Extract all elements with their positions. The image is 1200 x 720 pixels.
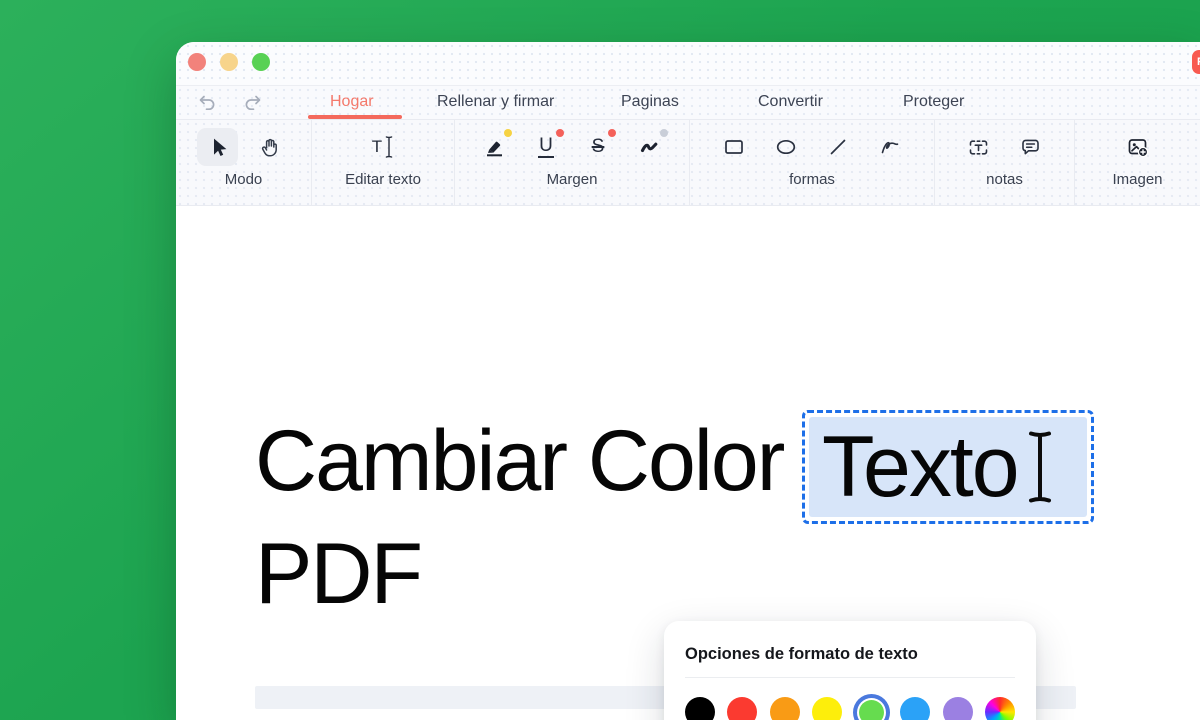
color-swatch-purple[interactable] xyxy=(943,697,973,720)
hand-mode-button[interactable] xyxy=(249,128,290,166)
panel-divider xyxy=(685,677,1015,678)
line-shape-button[interactable] xyxy=(818,128,859,166)
strikethrough-icon: S xyxy=(592,136,605,158)
scribble-icon xyxy=(878,136,902,158)
group-label-imagen: Imagen xyxy=(1112,171,1162,188)
color-swatch-orange[interactable] xyxy=(770,697,800,720)
text-cursor-icon xyxy=(1026,428,1054,506)
heading-line-2[interactable]: PDF xyxy=(255,519,421,629)
app-window: P Hogar Rellenar y firmar Paginas Conver… xyxy=(176,42,1200,720)
color-swatch-green-selected[interactable] xyxy=(859,700,884,720)
comment-note-button[interactable] xyxy=(1010,128,1051,166)
line-icon xyxy=(827,136,849,158)
format-panel-title: Opciones de formato de texto xyxy=(685,645,1015,664)
title-bar: P xyxy=(176,42,1200,85)
text-edit-icon: T xyxy=(372,134,394,160)
image-add-icon xyxy=(1126,136,1150,159)
text-format-panel: Opciones de formato de texto Segoe UI xyxy=(664,621,1036,720)
tab-paginas[interactable]: Paginas xyxy=(621,93,679,111)
text-box-note-button[interactable] xyxy=(958,128,999,166)
notification-dot xyxy=(660,129,668,137)
underline-icon: U xyxy=(538,136,554,158)
highlighter-icon xyxy=(484,137,505,158)
heading-line-1[interactable]: Cambiar Color xyxy=(255,406,783,516)
tab-proteger[interactable]: Proteger xyxy=(903,93,964,111)
notification-dot xyxy=(504,129,512,137)
color-swatch-yellow[interactable] xyxy=(812,697,842,720)
ellipse-shape-button[interactable] xyxy=(766,128,807,166)
select-mode-button[interactable] xyxy=(197,128,238,166)
rectangle-icon xyxy=(723,136,745,158)
color-swatch-blue[interactable] xyxy=(900,697,930,720)
group-label-margen: Margen xyxy=(547,171,598,188)
color-swatch-red[interactable] xyxy=(727,697,757,720)
text-selection-box[interactable]: Texto xyxy=(802,410,1094,524)
document-canvas: Cambiar Color Texto PDF Opciones de form… xyxy=(176,206,1200,720)
marker-button[interactable] xyxy=(630,128,671,166)
toolbar-group-modo: Modo xyxy=(176,120,312,205)
text-selection-highlight: Texto xyxy=(809,417,1087,517)
menu-bar: Hogar Rellenar y firmar Paginas Converti… xyxy=(176,85,1200,119)
color-swatch-black[interactable] xyxy=(685,697,715,720)
hand-icon xyxy=(258,136,281,159)
tab-hogar[interactable]: Hogar xyxy=(330,93,374,111)
toolbar: Modo T Editar texto xyxy=(176,119,1200,206)
redo-button[interactable] xyxy=(240,92,266,114)
notification-dot xyxy=(608,129,616,137)
active-tab-underline xyxy=(308,115,402,119)
tab-convertir[interactable]: Convertir xyxy=(758,93,823,111)
zoom-window-button[interactable] xyxy=(252,53,270,71)
underline-text-button[interactable]: U xyxy=(526,128,567,166)
close-window-button[interactable] xyxy=(188,53,206,71)
notification-dot xyxy=(556,129,564,137)
undo-button[interactable] xyxy=(194,92,220,114)
comment-icon xyxy=(1019,136,1042,158)
group-label-editar-texto: Editar texto xyxy=(345,171,421,188)
color-swatch-row xyxy=(685,695,1015,720)
edit-text-button[interactable]: T xyxy=(363,128,404,166)
toolbar-group-editar-texto: T Editar texto xyxy=(312,120,455,205)
toolbar-group-imagen: Imagen xyxy=(1075,120,1200,205)
minimize-window-button[interactable] xyxy=(220,53,238,71)
toolbar-group-margen: U S Margen xyxy=(455,120,690,205)
text-note-icon xyxy=(967,137,990,158)
group-label-modo: Modo xyxy=(225,171,263,188)
cursor-arrow-icon xyxy=(207,136,229,158)
toolbar-group-notas: notas xyxy=(935,120,1075,205)
color-swatch-rainbow[interactable] xyxy=(985,697,1015,720)
strikethrough-text-button[interactable]: S xyxy=(578,128,619,166)
ellipse-icon xyxy=(775,136,797,158)
redo-icon xyxy=(242,93,264,113)
corner-badge: P xyxy=(1192,50,1200,74)
marker-icon xyxy=(639,136,661,158)
selected-word[interactable]: Texto xyxy=(809,417,1018,517)
rectangle-shape-button[interactable] xyxy=(714,128,755,166)
freehand-draw-button[interactable] xyxy=(870,128,911,166)
toolbar-group-formas: formas xyxy=(690,120,935,205)
group-label-formas: formas xyxy=(789,171,835,188)
undo-icon xyxy=(196,93,218,113)
add-image-button[interactable] xyxy=(1117,128,1158,166)
tab-rellenar-y-firmar[interactable]: Rellenar y firmar xyxy=(437,93,554,111)
group-label-notas: notas xyxy=(986,171,1023,188)
highlight-button[interactable] xyxy=(474,128,515,166)
